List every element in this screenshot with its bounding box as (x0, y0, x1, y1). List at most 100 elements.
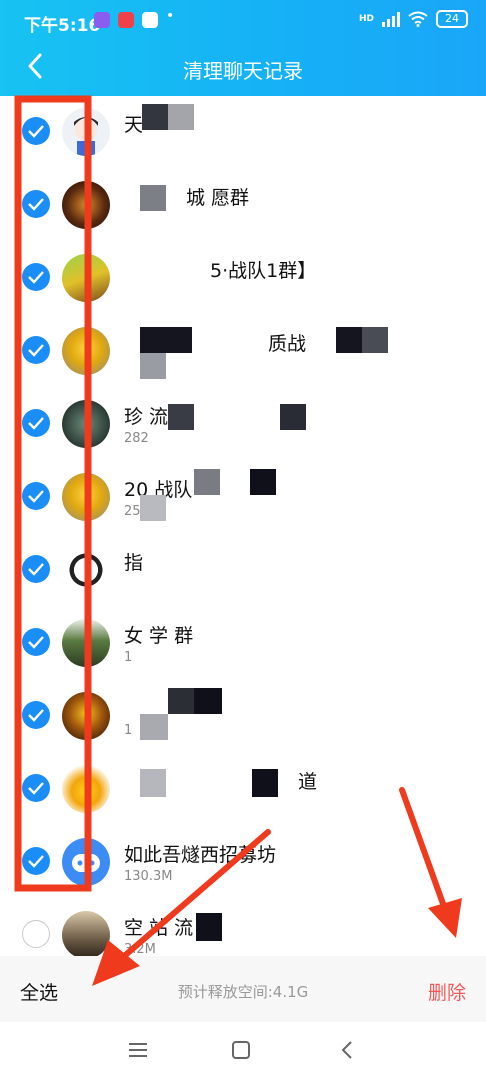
redaction-block (140, 353, 166, 379)
chat-checkbox[interactable] (22, 628, 50, 656)
chat-avatar (62, 108, 110, 156)
chat-checkbox[interactable] (22, 263, 50, 291)
chat-avatar (62, 838, 110, 886)
checkmark-icon (28, 490, 44, 503)
chat-checkbox[interactable] (22, 117, 50, 145)
checkmark-icon (28, 782, 44, 795)
chat-row[interactable]: 女 学 群 1 (0, 607, 486, 679)
checkmark-icon (28, 709, 44, 722)
checkmark-icon (28, 563, 44, 576)
redaction-block (194, 469, 220, 495)
chat-size: 282 (124, 431, 149, 446)
chat-row[interactable]: 5·战队1群】 (0, 242, 486, 314)
chat-checkbox[interactable] (22, 190, 50, 218)
chat-row[interactable]: 珍 流群 282 (0, 388, 486, 460)
chat-avatar (62, 400, 110, 448)
chat-row[interactable]: 1 (0, 680, 486, 752)
checkmark-icon (28, 417, 44, 430)
checkmark-icon (28, 344, 44, 357)
redaction-block (140, 327, 166, 353)
delete-button[interactable]: 删除 (428, 978, 466, 1005)
chat-avatar (62, 327, 110, 375)
chat-name: 城 愿群 (186, 187, 250, 209)
chat-size: 1 (124, 650, 133, 665)
chat-checkbox[interactable] (22, 555, 50, 583)
chat-avatar (62, 546, 110, 594)
redaction-block (252, 769, 278, 797)
chat-name: 如此吾燧西招募坊 (124, 844, 277, 866)
chat-size: 130.3M (124, 869, 173, 884)
chat-name: 天 (124, 114, 144, 136)
redaction-block (168, 104, 194, 130)
redaction-block (140, 769, 166, 797)
redaction-block (140, 495, 166, 521)
chat-size: 25 (124, 504, 141, 519)
checkmark-icon (28, 855, 44, 868)
checkmark-icon (28, 271, 44, 284)
chat-avatar (62, 911, 110, 956)
chat-row[interactable]: 空 站 流 3.2M (0, 899, 486, 956)
menu-icon[interactable] (128, 1042, 148, 1058)
redaction-block (140, 185, 166, 211)
chat-row[interactable]: 道 (0, 753, 486, 825)
chat-size: 1 (124, 723, 133, 738)
chat-checkbox[interactable] (22, 336, 50, 364)
estimated-free-space: 预计释放空间:4.1G (177, 983, 309, 1001)
chat-checkbox[interactable] (22, 482, 50, 510)
chat-row[interactable]: 天 (0, 96, 486, 168)
app-notification-icon (118, 12, 134, 28)
battery-icon: 24 (436, 10, 468, 28)
app-notification-icon (142, 12, 158, 28)
home-icon[interactable] (232, 1041, 250, 1059)
chat-checkbox[interactable] (22, 920, 50, 948)
nav-back-icon[interactable] (340, 1040, 354, 1060)
notification-dot-icon: • (166, 8, 175, 24)
app-header: 下午5:16 • HD 24 清理聊天记录 (0, 0, 486, 96)
chat-size: 3.2M (124, 942, 156, 956)
redaction-block (196, 913, 222, 941)
signal-icon (382, 11, 400, 27)
chat-row[interactable]: 城 愿群 (0, 169, 486, 241)
status-time: 下午5:16 (24, 16, 101, 36)
chat-avatar (62, 692, 110, 740)
checkmark-icon (28, 125, 44, 138)
chat-row[interactable]: 质战 (0, 315, 486, 387)
status-bar: 下午5:16 • HD 24 (0, 0, 486, 40)
wifi-icon (408, 11, 428, 27)
chat-row[interactable]: 指 (0, 534, 486, 606)
redaction-block (280, 404, 306, 430)
status-indicators: HD 24 (359, 10, 468, 28)
chat-name: 空 站 流 (124, 917, 194, 939)
chat-checkbox[interactable] (22, 701, 50, 729)
chat-checkbox[interactable] (22, 847, 50, 875)
chat-row[interactable]: 如此吾燧西招募坊 130.3M (0, 826, 486, 898)
page-title: 清理聊天记录 (183, 59, 303, 83)
chat-name: 5·战队1群】 (210, 260, 317, 282)
redaction-block (336, 327, 362, 353)
chat-avatar (62, 765, 110, 813)
chat-checkbox[interactable] (22, 774, 50, 802)
redaction-block (194, 688, 222, 714)
redaction-block (142, 104, 168, 130)
chat-avatar (62, 254, 110, 302)
redaction-block (168, 404, 194, 430)
chat-checkbox[interactable] (22, 409, 50, 437)
redaction-block (166, 327, 192, 353)
redaction-block (168, 688, 194, 714)
chat-avatar (62, 619, 110, 667)
chat-row[interactable]: 20 战队 25 (0, 461, 486, 533)
chat-avatar (62, 181, 110, 229)
chat-list[interactable]: 天 城 愿群 5·战队1群】 质战 珍 流群 282 20 战队 25 指 女 … (0, 96, 486, 956)
checkmark-icon (28, 198, 44, 211)
app-notification-icon (94, 12, 110, 28)
redaction-block (140, 714, 168, 740)
system-nav-bar (0, 1022, 486, 1080)
action-bar: 全选 预计释放空间:4.1G 删除 (0, 956, 486, 1022)
chat-name: 质战 (268, 333, 307, 355)
redaction-block (362, 327, 388, 353)
network-type: HD (358, 14, 374, 24)
chat-avatar (62, 473, 110, 521)
redaction-block (250, 469, 276, 495)
checkmark-icon (28, 636, 44, 649)
chat-name: 女 学 群 (124, 625, 194, 647)
